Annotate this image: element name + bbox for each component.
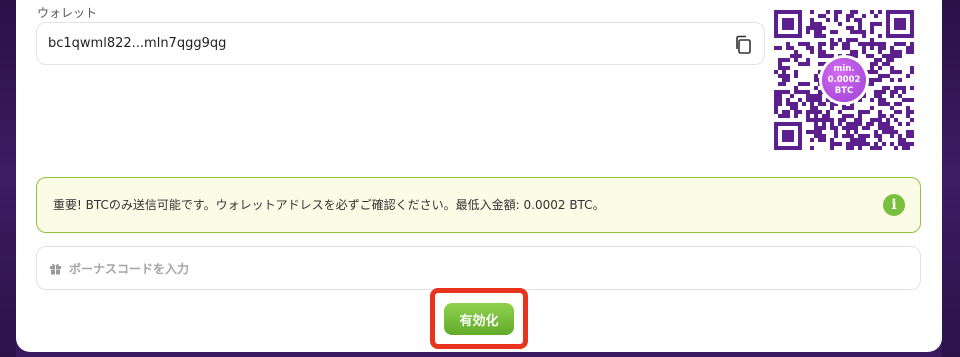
wallet-label: ウォレット (37, 6, 98, 20)
gift-icon (50, 264, 61, 275)
wallet-address-field[interactable]: bc1qwml822...mln7qgg9qg (36, 22, 765, 65)
badge-line-3: BTC (834, 85, 854, 96)
wallet-qr-code: min. 0.0002 BTC (774, 10, 914, 150)
copy-icon[interactable] (734, 35, 752, 55)
activate-button[interactable]: 有効化 (444, 303, 514, 335)
notice-text: 重要! BTCのみ送信可能です。ウォレットアドレスを必ずご確認ください。最低入金… (53, 198, 605, 212)
badge-line-2: 0.0002 (827, 74, 861, 85)
min-deposit-badge: min. 0.0002 BTC (822, 58, 866, 102)
bonus-code-field[interactable] (36, 246, 921, 290)
badge-line-1: min. (833, 63, 855, 74)
bonus-code-input[interactable] (67, 258, 871, 280)
info-icon[interactable]: i (883, 194, 905, 216)
background-left (0, 0, 16, 357)
important-notice: 重要! BTCのみ送信可能です。ウォレットアドレスを必ずご確認ください。最低入金… (36, 177, 921, 233)
background-right (942, 0, 960, 357)
wallet-address-text: bc1qwml822...mln7qgg9qg (48, 36, 227, 51)
